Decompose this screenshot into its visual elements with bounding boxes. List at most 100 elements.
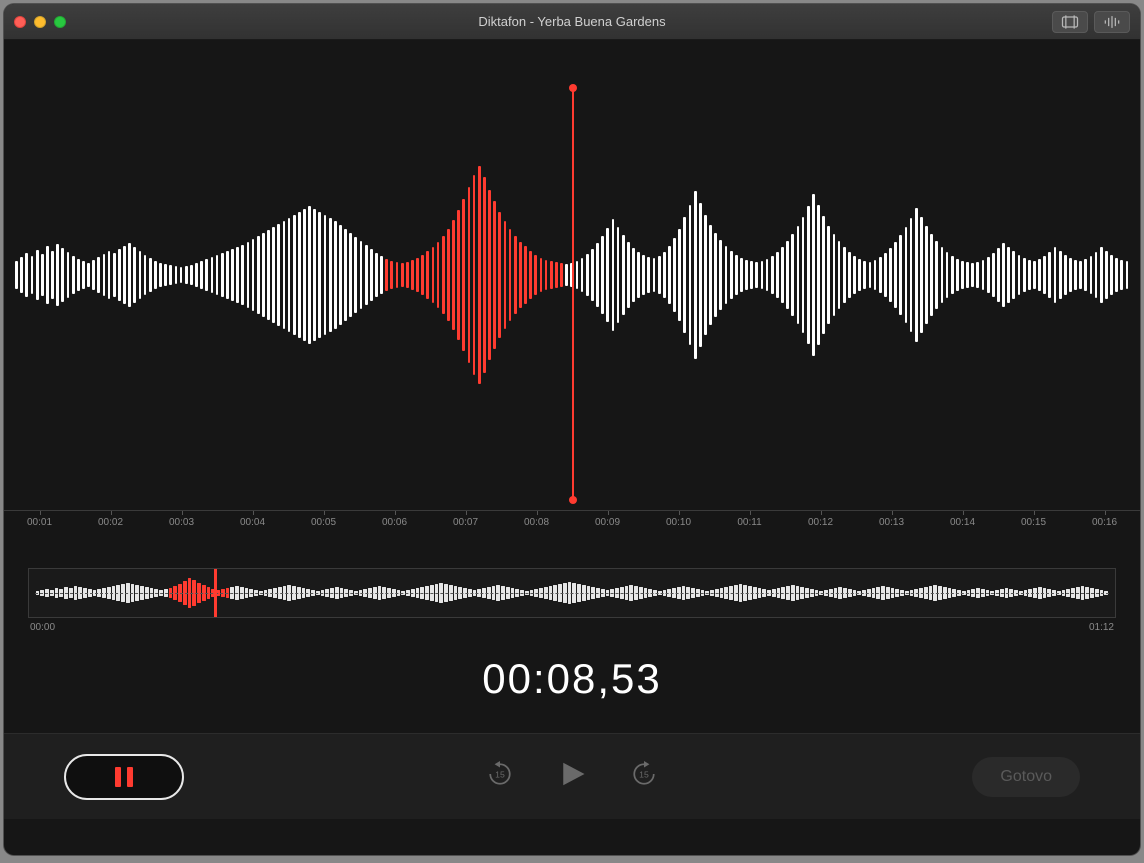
waveform-bar — [894, 242, 897, 308]
waveform-bar — [637, 252, 640, 298]
waveform-bar — [617, 227, 620, 323]
trim-button[interactable] — [1052, 11, 1088, 33]
waveform-bar — [401, 263, 404, 287]
waveform-bar — [915, 208, 918, 342]
waveform-bar — [843, 247, 846, 303]
record-pause-button[interactable] — [64, 754, 184, 800]
waveform-bar — [447, 229, 450, 321]
waveform-bar — [164, 264, 167, 286]
ruler-tick: 00:03 — [146, 517, 217, 544]
waveform-bar — [545, 260, 548, 290]
waveform-bar — [920, 217, 923, 333]
skip-back-15-button[interactable]: 15 — [487, 761, 513, 792]
done-button[interactable]: Gotovo — [972, 757, 1080, 797]
time-ruler[interactable]: 00:0100:0200:0300:0400:0500:0600:0700:08… — [4, 510, 1140, 544]
waveform-bar — [344, 229, 347, 321]
waveform-bar — [1054, 247, 1057, 303]
waveform-bar — [889, 248, 892, 302]
waveform-bar — [910, 218, 913, 332]
waveform-bar — [997, 248, 1000, 302]
waveform-bar — [380, 256, 383, 294]
waveform-bar — [766, 259, 769, 291]
traffic-lights — [14, 16, 66, 28]
waveform-bar — [699, 203, 702, 347]
waveform-bar — [452, 220, 455, 330]
waveform-bar — [946, 252, 949, 298]
enhance-button[interactable] — [1094, 11, 1130, 33]
play-button[interactable] — [557, 759, 587, 794]
waveform-bar — [190, 265, 193, 285]
waveform-bar — [87, 263, 90, 287]
waveform-bar — [108, 251, 111, 299]
waveform-bar — [298, 212, 301, 338]
waveform-bar — [514, 236, 517, 314]
waveform-bar — [653, 258, 656, 292]
waveform-bar — [807, 206, 810, 344]
waveform-bar — [426, 251, 429, 299]
close-window-button[interactable] — [14, 16, 26, 28]
waveform-bar — [745, 260, 748, 290]
waveform-bar — [226, 251, 229, 299]
waveform-bar — [252, 239, 255, 311]
waveform-bar — [683, 217, 686, 333]
waveform-bar — [324, 215, 327, 335]
waveform-bar — [113, 253, 116, 297]
ruler-tick: 00:04 — [217, 517, 288, 544]
pause-icon — [115, 767, 121, 787]
minimize-window-button[interactable] — [34, 16, 46, 28]
waveform-bar — [144, 255, 147, 295]
waveform-bar — [714, 233, 717, 317]
ruler-tick: 00:13 — [856, 517, 927, 544]
waveform-bar — [200, 261, 203, 289]
waveform-bar — [719, 240, 722, 310]
overview-waveform[interactable] — [28, 568, 1116, 618]
waveform-bar — [935, 241, 938, 309]
waveform-bar — [663, 252, 666, 298]
waveform-bar — [586, 254, 589, 296]
waveform-bar — [36, 250, 39, 300]
waveform-bar — [786, 241, 789, 309]
skip-back-icon: 15 — [487, 761, 513, 787]
waveform-bar — [1018, 255, 1021, 295]
waveform-bar — [437, 242, 440, 308]
overview-playhead[interactable] — [214, 568, 217, 618]
waveform-bar — [740, 258, 743, 292]
waveform-bar — [46, 246, 49, 304]
waveform-bar — [848, 252, 851, 298]
skip-forward-15-button[interactable]: 15 — [631, 761, 657, 792]
waveform-bar — [236, 247, 239, 303]
waveform-bar — [1074, 260, 1077, 290]
fullscreen-window-button[interactable] — [54, 16, 66, 28]
waveform-bar — [365, 245, 368, 305]
pause-icon — [127, 767, 133, 787]
done-button-label: Gotovo — [1000, 768, 1052, 786]
waveform-bar — [730, 251, 733, 299]
waveform-bar — [56, 244, 59, 306]
waveform-bar — [791, 234, 794, 316]
skip-forward-icon: 15 — [631, 761, 657, 787]
waveform-bar — [1059, 251, 1062, 299]
waveform-bar — [92, 260, 95, 290]
waveform-bar — [247, 242, 250, 308]
waveform-bar — [31, 256, 34, 294]
ruler-tick: 00:11 — [714, 517, 785, 544]
waveform-bar — [1038, 259, 1041, 291]
waveform-bar — [1079, 261, 1082, 289]
waveform-bar — [689, 205, 692, 345]
waveform-bar — [529, 251, 532, 299]
main-waveform[interactable] — [4, 40, 1140, 510]
ruler-tick: 00:05 — [288, 517, 359, 544]
playhead[interactable] — [572, 88, 574, 500]
waveform-bar — [925, 226, 928, 324]
waveform-bar — [812, 194, 815, 356]
waveform-bar — [797, 226, 800, 324]
waveform-bar — [77, 259, 80, 291]
waveform-bar — [133, 247, 136, 303]
waveform-bar — [67, 252, 70, 298]
app-window: Diktafon - Yerba Buena Gardens — [4, 4, 1140, 855]
ruler-tick: 00:02 — [75, 517, 146, 544]
waveform-bar — [1120, 260, 1123, 290]
waveform-bar — [509, 229, 512, 321]
ruler-tick: 00:08 — [501, 517, 572, 544]
waveform-bar — [159, 263, 162, 287]
